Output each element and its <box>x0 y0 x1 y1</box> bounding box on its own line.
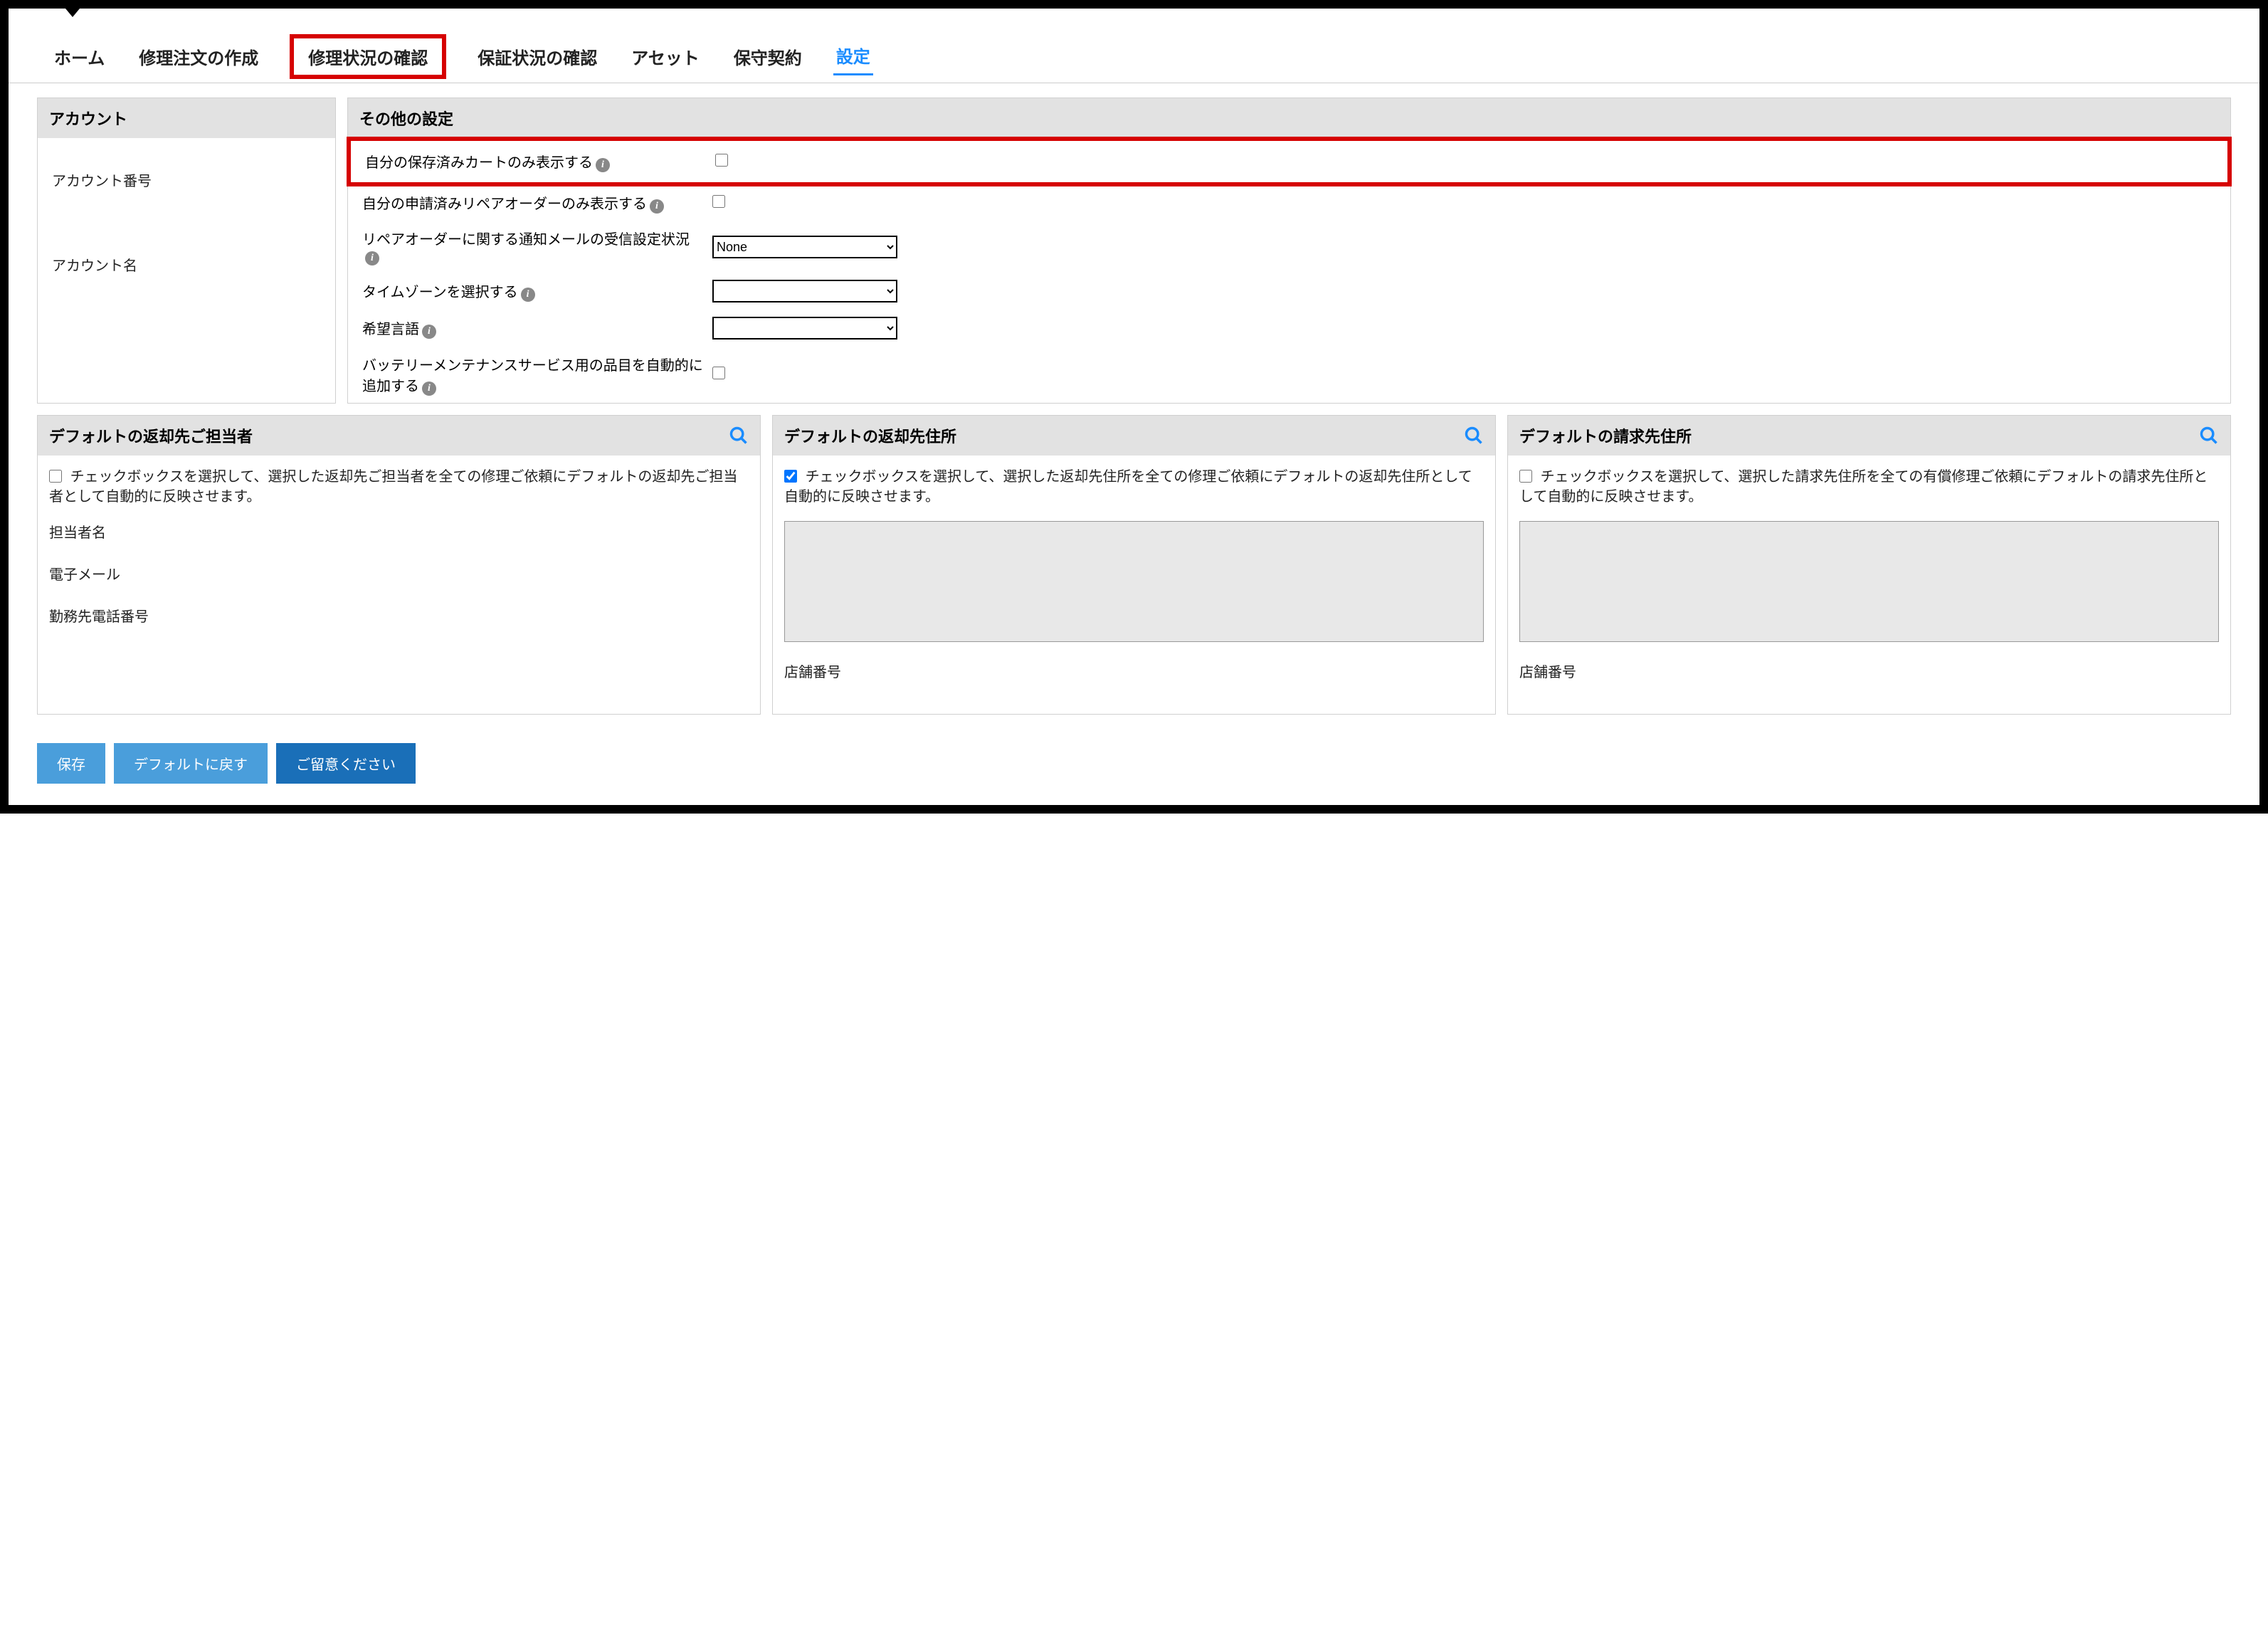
tab-repair-status[interactable]: 修理状況の確認 <box>290 34 446 79</box>
return-contact-title: デフォルトの返却先ご担当者 <box>49 424 253 447</box>
info-icon[interactable]: i <box>365 251 379 265</box>
tab-create-repair[interactable]: 修理注文の作成 <box>136 38 261 75</box>
language-select[interactable] <box>712 317 897 340</box>
other-settings-panel: その他の設定 自分の保存済みカートのみ表示するi 自分の申請済みリペアオーダーの… <box>347 98 2231 404</box>
billing-address-textarea[interactable] <box>1519 521 2219 642</box>
email-label: 電子メール <box>49 563 749 584</box>
info-icon[interactable]: i <box>596 158 610 172</box>
setting-timezone: タイムゾーンを選択するi <box>348 273 2230 310</box>
billing-address-checkbox[interactable] <box>1519 470 1532 483</box>
return-address-desc: チェックボックスを選択して、選択した返却先住所を全ての修理ご依頼にデフォルトの返… <box>784 469 1472 505</box>
billing-store-number-label: 店舗番号 <box>1519 661 2219 681</box>
footer-buttons: 保存 デフォルトに戻す ご留意ください <box>9 743 2259 805</box>
info-icon[interactable]: i <box>422 325 436 339</box>
info-icon[interactable]: i <box>521 288 535 302</box>
return-store-number-label: 店舗番号 <box>784 661 1484 681</box>
setting-auto-battery: バッテリーメンテナンスサービス用の品目を自動的に追加するi <box>348 347 2230 403</box>
account-name-label: アカウント名 <box>52 254 321 275</box>
show-saved-carts-label: 自分の保存済みカートのみ表示する <box>365 155 593 171</box>
search-icon[interactable] <box>2199 426 2219 446</box>
notification-label: リペアオーダーに関する通知メールの受信設定状況 <box>362 232 690 248</box>
billing-address-panel: デフォルトの請求先住所 チェックボックスを選択して、選択した請求先住所を全ての有… <box>1507 415 2231 715</box>
save-button[interactable]: 保存 <box>37 743 105 784</box>
search-icon[interactable] <box>1464 426 1484 446</box>
setting-show-saved-carts: 自分の保存済みカートのみ表示するi <box>347 137 2232 186</box>
account-panel: アカウント アカウント番号 アカウント名 <box>37 98 336 404</box>
return-address-title: デフォルトの返却先住所 <box>784 424 956 447</box>
info-icon[interactable]: i <box>422 382 436 396</box>
search-icon[interactable] <box>729 426 749 446</box>
show-saved-carts-checkbox[interactable] <box>715 154 728 167</box>
account-panel-title: アカウント <box>38 98 335 138</box>
tab-settings[interactable]: 設定 <box>833 37 873 75</box>
please-note-button[interactable]: ご留意ください <box>276 743 416 784</box>
notification-select[interactable]: None <box>712 236 897 258</box>
tab-maintenance[interactable]: 保守契約 <box>731 38 805 75</box>
tab-bar: ホーム 修理注文の作成 修理状況の確認 保証状況の確認 アセット 保守契約 設定 <box>9 23 2259 83</box>
return-address-checkbox-row: チェックボックスを選択して、選択した返却先住所を全ての修理ご依頼にデフォルトの返… <box>784 467 1484 507</box>
timezone-select[interactable] <box>712 280 897 302</box>
return-contact-panel: デフォルトの返却先ご担当者 チェックボックスを選択して、選択した返却先ご担当者を… <box>37 415 761 715</box>
return-contact-desc: チェックボックスを選択して、選択した返却先ご担当者を全ての修理ご依頼にデフォルト… <box>49 469 737 505</box>
billing-address-checkbox-row: チェックボックスを選択して、選択した請求先住所を全ての有償修理ご依頼にデフォルト… <box>1519 467 2219 507</box>
info-icon[interactable]: i <box>650 199 664 214</box>
timezone-label: タイムゾーンを選択する <box>362 285 518 300</box>
auto-battery-label: バッテリーメンテナンスサービス用の品目を自動的に追加する <box>362 358 703 394</box>
return-address-panel: デフォルトの返却先住所 チェックボックスを選択して、選択した返却先住所を全ての修… <box>772 415 1496 715</box>
return-contact-checkbox[interactable] <box>49 470 62 483</box>
setting-language: 希望言語i <box>348 310 2230 347</box>
auto-battery-checkbox[interactable] <box>712 367 725 379</box>
show-applied-repair-label: 自分の申請済みリペアオーダーのみ表示する <box>362 196 647 212</box>
return-address-checkbox[interactable] <box>784 470 797 483</box>
return-address-textarea[interactable] <box>784 521 1484 642</box>
show-applied-repair-checkbox[interactable] <box>712 195 725 208</box>
tab-home[interactable]: ホーム <box>51 38 107 75</box>
account-number-label: アカウント番号 <box>52 169 321 190</box>
other-settings-title: その他の設定 <box>348 98 2230 138</box>
tab-warranty-status[interactable]: 保証状況の確認 <box>475 38 600 75</box>
billing-address-title: デフォルトの請求先住所 <box>1519 424 1692 447</box>
contact-name-label: 担当者名 <box>49 521 749 542</box>
work-phone-label: 勤務先電話番号 <box>49 605 749 626</box>
language-label: 希望言語 <box>362 322 419 337</box>
return-contact-checkbox-row: チェックボックスを選択して、選択した返却先ご担当者を全ての修理ご依頼にデフォルト… <box>49 467 749 507</box>
reset-default-button[interactable]: デフォルトに戻す <box>114 743 268 784</box>
tab-asset[interactable]: アセット <box>628 38 702 75</box>
setting-notification: リペアオーダーに関する通知メールの受信設定状況 i None <box>348 221 2230 273</box>
setting-show-applied-repair: 自分の申請済みリペアオーダーのみ表示するi <box>348 185 2230 221</box>
billing-address-desc: チェックボックスを選択して、選択した請求先住所を全ての有償修理ご依頼にデフォルト… <box>1519 469 2208 505</box>
